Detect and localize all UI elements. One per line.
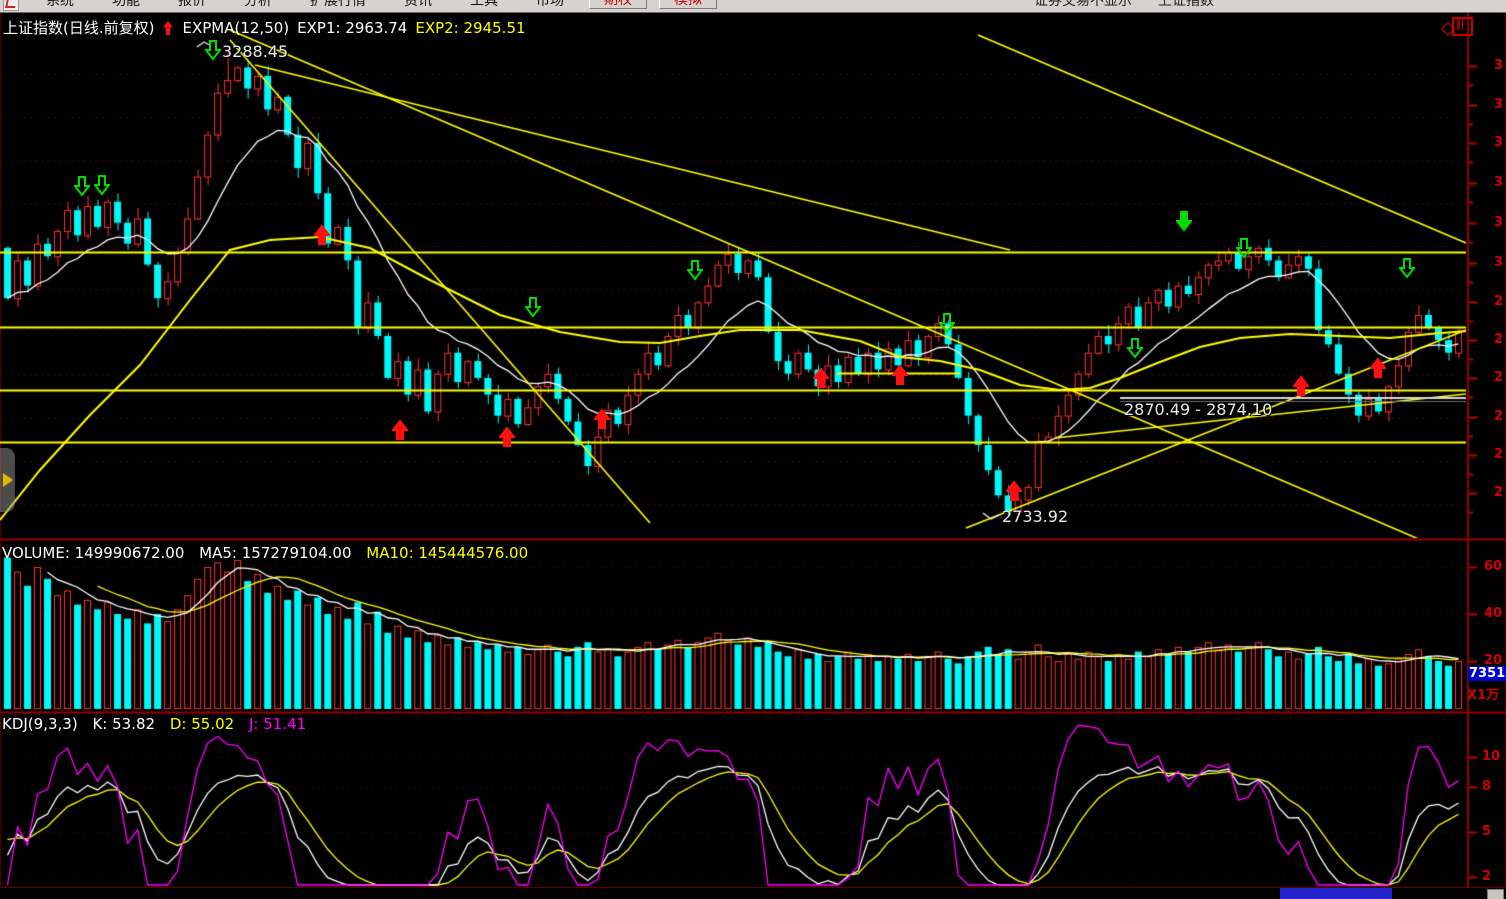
candlestick-chart-canvas[interactable] [0,0,1506,899]
resize-corner[interactable] [1487,889,1504,899]
menu-item-4[interactable]: 扩展行情 [291,0,385,9]
menu-item-7[interactable]: 市场 [517,0,583,9]
app-icon[interactable] [3,0,19,11]
expand-arrow-icon [3,473,13,487]
split-panes-icon[interactable] [1452,17,1473,36]
menu-item-5[interactable]: 资讯 [385,0,451,9]
date-axis-strip [0,888,1506,899]
menu-bar: 系统功能报价分析扩展行情资讯工具市场 期权 模拟 证券交易不显示 上证指数 [0,0,1506,13]
sidebar-expand-handle[interactable] [0,448,15,512]
volume-unit-label: X1万 [1467,684,1499,703]
menu-items: 系统功能报价分析扩展行情资讯工具市场 [27,0,583,10]
menu-item-6[interactable]: 工具 [451,0,517,9]
menu-item-0[interactable]: 系统 [27,0,93,9]
menu-item-1[interactable]: 功能 [93,0,159,9]
broker-trade-link[interactable]: 证券交易不显示 [1034,0,1132,10]
volume-cursor-badge: 7351 [1468,666,1506,681]
menu-item-2[interactable]: 报价 [159,0,225,9]
selected-date-highlight [1280,888,1392,899]
menu-item-3[interactable]: 分析 [225,0,291,9]
current-symbol-label: 上证指数 [1158,0,1214,10]
menu-buttons: 期权 模拟 [583,0,723,11]
menu-button-1[interactable]: 模拟 [659,0,717,9]
menu-button-0[interactable]: 期权 [589,0,647,9]
trading-app-window: 系统功能报价分析扩展行情资讯工具市场 期权 模拟 证券交易不显示 上证指数 上证指… [0,0,1506,899]
